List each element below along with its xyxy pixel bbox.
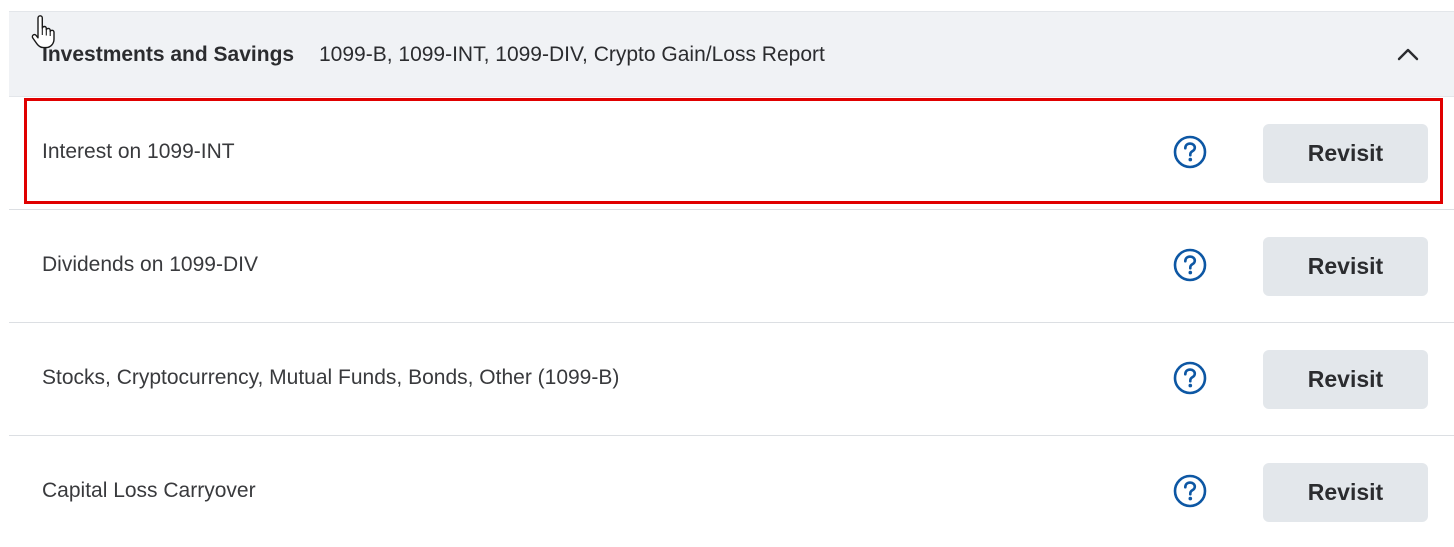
row-label: Interest on 1099-INT bbox=[42, 140, 235, 163]
chevron-up-icon[interactable] bbox=[1394, 42, 1422, 66]
section-subtitle: 1099-B, 1099-INT, 1099-DIV, Crypto Gain/… bbox=[319, 43, 825, 66]
list-item-dividends-1099-div: Dividends on 1099-DIV Revisit bbox=[9, 211, 1454, 323]
list-item-interest-1099-int: Interest on 1099-INT Revisit bbox=[9, 98, 1454, 210]
revisit-button[interactable]: Revisit bbox=[1263, 237, 1428, 296]
row-label: Stocks, Cryptocurrency, Mutual Funds, Bo… bbox=[42, 366, 620, 389]
question-circle-icon[interactable] bbox=[1172, 360, 1208, 396]
question-circle-icon[interactable] bbox=[1172, 247, 1208, 283]
question-circle-icon[interactable] bbox=[1172, 134, 1208, 170]
question-circle-icon[interactable] bbox=[1172, 473, 1208, 509]
row-label: Dividends on 1099-DIV bbox=[42, 253, 258, 276]
list-item-capital-loss-carryover: Capital Loss Carryover Revisit bbox=[9, 437, 1454, 547]
revisit-button[interactable]: Revisit bbox=[1263, 350, 1428, 409]
row-label: Capital Loss Carryover bbox=[42, 479, 256, 502]
list-item-stocks-1099-b: Stocks, Cryptocurrency, Mutual Funds, Bo… bbox=[9, 324, 1454, 436]
revisit-button[interactable]: Revisit bbox=[1263, 124, 1428, 183]
page: Investments and Savings 1099-B, 1099-INT… bbox=[0, 0, 1454, 547]
section-header-investments[interactable]: Investments and Savings 1099-B, 1099-INT… bbox=[9, 11, 1454, 97]
revisit-button[interactable]: Revisit bbox=[1263, 463, 1428, 522]
section-title: Investments and Savings bbox=[42, 43, 295, 66]
